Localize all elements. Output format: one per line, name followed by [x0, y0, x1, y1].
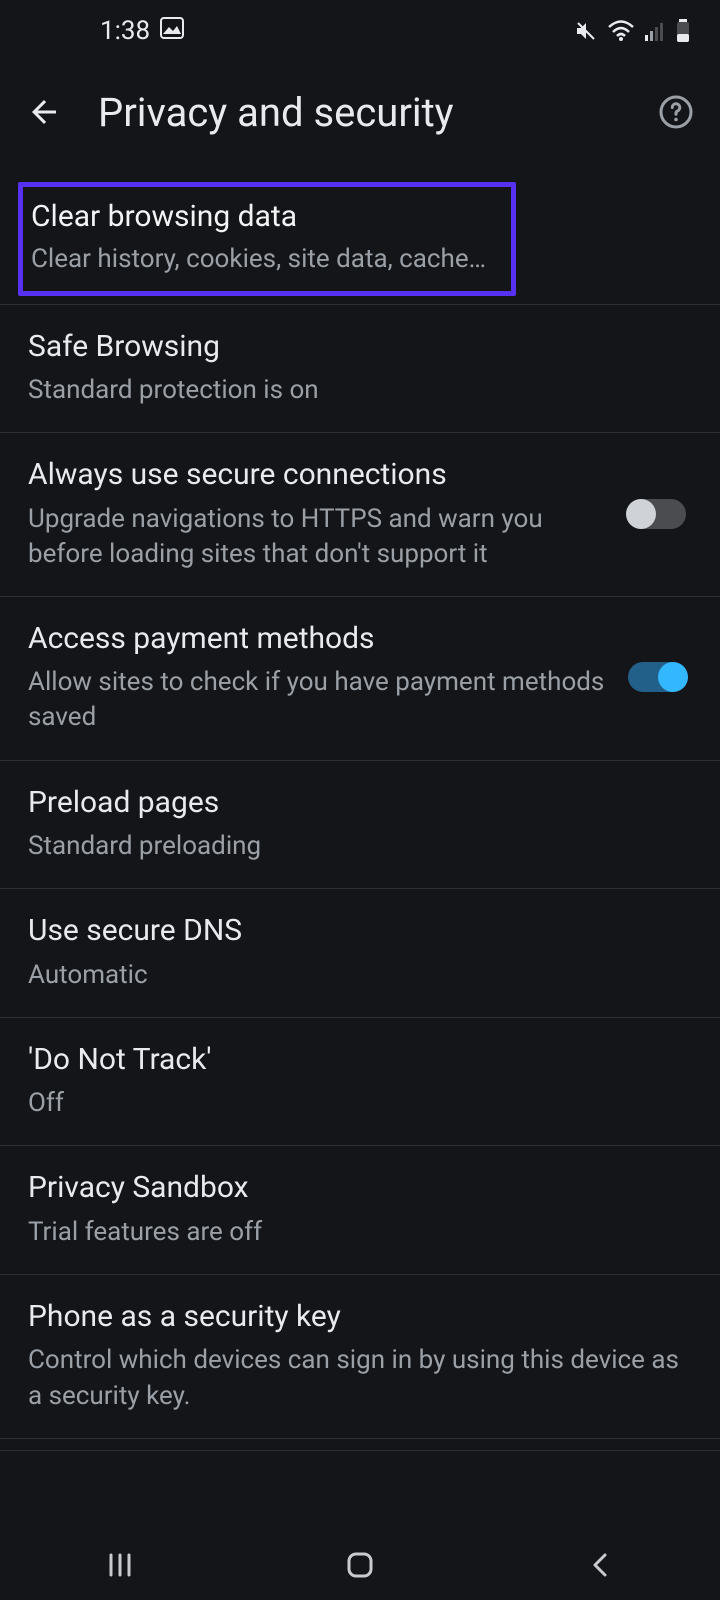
item-title: Use secure DNS — [28, 911, 692, 952]
do-not-track-item[interactable]: 'Do Not Track' Off — [0, 1018, 720, 1147]
item-title: Always use secure connections — [28, 455, 608, 496]
item-text: Safe Browsing Standard protection is on — [28, 327, 692, 409]
status-bar: 1:38 — [0, 0, 720, 62]
item-title: Clear browsing data — [31, 197, 501, 238]
item-subtitle: Allow sites to check if you have payment… — [28, 665, 608, 735]
preload-pages-item[interactable]: Preload pages Standard preloading — [0, 761, 720, 890]
secure-dns-item[interactable]: Use secure DNS Automatic — [0, 889, 720, 1018]
item-subtitle: Automatic — [28, 958, 692, 993]
app-header: Privacy and security — [0, 62, 720, 162]
item-title: Preload pages — [28, 783, 692, 824]
secure-connections-item[interactable]: Always use secure connections Upgrade na… — [0, 433, 720, 597]
item-title: Safe Browsing — [28, 327, 692, 368]
help-button[interactable] — [652, 88, 700, 136]
item-text: Access payment methods Allow sites to ch… — [28, 619, 608, 736]
item-text: Privacy Sandbox Trial features are off — [28, 1168, 692, 1250]
recents-button[interactable] — [90, 1545, 150, 1585]
item-text: Phone as a security key Control which de… — [28, 1297, 692, 1414]
back-nav-button[interactable] — [570, 1545, 630, 1585]
item-title: 'Do Not Track' — [28, 1040, 692, 1081]
item-subtitle: Standard preloading — [28, 829, 692, 864]
battery-icon — [676, 19, 690, 43]
back-button[interactable] — [20, 88, 68, 136]
item-subtitle: Trial features are off — [28, 1215, 692, 1250]
toggle-knob — [658, 662, 688, 692]
status-left: 1:38 — [100, 16, 184, 46]
item-title: Phone as a security key — [28, 1297, 692, 1338]
phone-security-key-item[interactable]: Phone as a security key Control which de… — [0, 1275, 720, 1439]
payment-methods-item[interactable]: Access payment methods Allow sites to ch… — [0, 597, 720, 761]
item-subtitle: Control which devices can sign in by usi… — [28, 1343, 692, 1413]
item-subtitle: Upgrade navigations to HTTPS and warn yo… — [28, 502, 608, 572]
privacy-sandbox-item[interactable]: Privacy Sandbox Trial features are off — [0, 1146, 720, 1275]
payment-methods-toggle[interactable] — [628, 662, 686, 692]
help-icon — [658, 94, 694, 130]
item-title: Access payment methods — [28, 619, 608, 660]
status-right — [574, 19, 690, 43]
toggle-knob — [626, 499, 656, 529]
wifi-icon — [608, 20, 634, 42]
signal-icon — [644, 20, 666, 42]
safe-browsing-item[interactable]: Safe Browsing Standard protection is on — [0, 305, 720, 434]
arrow-left-icon — [26, 94, 62, 130]
chevron-left-icon — [587, 1550, 613, 1580]
page-title: Privacy and security — [98, 89, 622, 136]
item-subtitle: Clear history, cookies, site data, cache… — [31, 242, 501, 277]
recents-icon — [106, 1551, 134, 1579]
item-subtitle: Standard protection is on — [28, 373, 692, 408]
item-text: Use secure DNS Automatic — [28, 911, 692, 993]
secure-connections-toggle[interactable] — [628, 499, 686, 529]
system-nav-bar — [0, 1530, 720, 1600]
settings-list: Clear browsing data Clear history, cooki… — [0, 162, 720, 1451]
image-icon — [160, 16, 184, 46]
home-button[interactable] — [330, 1545, 390, 1585]
status-time: 1:38 — [100, 16, 150, 46]
clear-browsing-data-item[interactable]: Clear browsing data Clear history, cooki… — [0, 182, 720, 305]
spacer — [0, 1439, 720, 1451]
item-text: 'Do Not Track' Off — [28, 1040, 692, 1122]
item-subtitle: Off — [28, 1086, 692, 1121]
mute-icon — [574, 19, 598, 43]
item-text: Clear browsing data Clear history, cooki… — [31, 197, 501, 277]
home-icon — [345, 1550, 375, 1580]
item-text: Always use secure connections Upgrade na… — [28, 455, 608, 572]
item-title: Privacy Sandbox — [28, 1168, 692, 1209]
item-text: Preload pages Standard preloading — [28, 783, 692, 865]
